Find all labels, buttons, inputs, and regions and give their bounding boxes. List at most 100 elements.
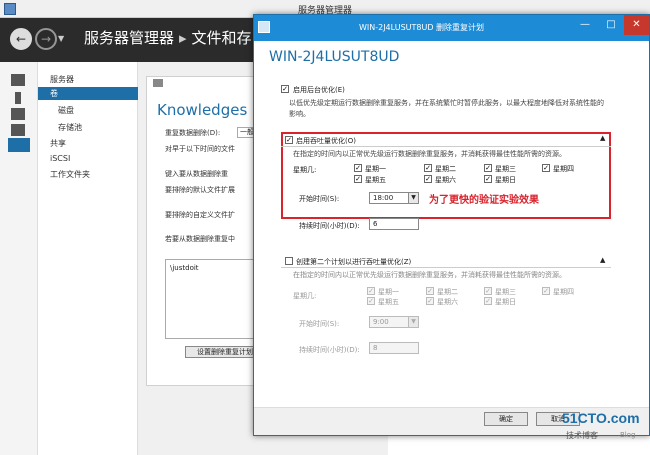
day-checkbox-mon[interactable]: ✓ bbox=[354, 164, 362, 172]
day-label-tue: 星期二 bbox=[435, 165, 456, 173]
second-schedule-divider bbox=[281, 267, 611, 268]
second-day-checkbox-fri[interactable]: ✓ bbox=[367, 297, 375, 305]
site-watermark: 51CTO.com 技术博客 Blog bbox=[562, 410, 648, 454]
nav-item-disks[interactable]: 磁盘 bbox=[38, 104, 138, 117]
dropdown-arrow-icon: ▼ bbox=[408, 193, 418, 203]
throughput-divider bbox=[281, 146, 611, 147]
second-schedule-label: 创建第二个计划以进行吞吐量优化(Z) bbox=[296, 258, 412, 266]
day-label-fri: 星期五 bbox=[365, 176, 386, 184]
second-day-checkbox-wed[interactable]: ✓ bbox=[484, 287, 492, 295]
second-schedule-description: 在指定的时间内以正常优先级运行数据删除重复服务，并消耗获得最佳性能所需的资源。 bbox=[293, 271, 566, 279]
bg-optimization-checkbox[interactable]: ✓ bbox=[281, 85, 289, 93]
maximize-icon[interactable]: □ bbox=[598, 15, 624, 35]
dialog-titlebar: WIN-2J4LUSUT8UD 删除重复计划 — □ ✕ bbox=[254, 15, 649, 41]
second-day-label-sat: 星期六 bbox=[437, 298, 458, 306]
close-icon[interactable]: ✕ bbox=[624, 15, 649, 35]
collapse-chevron-icon[interactable]: ▲ bbox=[600, 134, 605, 142]
second-day-checkbox-tue[interactable]: ✓ bbox=[426, 287, 434, 295]
second-day-label-sun: 星期日 bbox=[495, 298, 516, 306]
nav-item-work-folders[interactable]: 工作文件夹 bbox=[38, 168, 138, 181]
breadcrumb-current[interactable]: 文件和存 bbox=[192, 29, 252, 47]
nav-item-servers[interactable]: 服务器 bbox=[38, 73, 138, 86]
all-servers-icon[interactable] bbox=[11, 108, 25, 120]
exclude-path-list[interactable]: \justdoit bbox=[165, 259, 265, 339]
nav-item-iscsi[interactable]: iSCSI bbox=[38, 152, 138, 165]
throughput-optimization-label: 启用吞吐量优化(O) bbox=[296, 137, 356, 145]
second-schedule-checkbox[interactable] bbox=[285, 257, 293, 265]
day-checkbox-sat[interactable]: ✓ bbox=[424, 175, 432, 183]
volume-title: Knowledges (F bbox=[157, 101, 267, 119]
day-label-mon: 星期一 bbox=[365, 165, 386, 173]
day-checkbox-thu[interactable]: ✓ bbox=[542, 164, 550, 172]
panel-window-icon bbox=[153, 79, 163, 87]
watermark-logo-text: 51CTO.com bbox=[562, 410, 640, 426]
dropdown-arrow-icon-2: ▼ bbox=[408, 317, 418, 327]
second-days-label: 星期几: bbox=[293, 292, 317, 300]
start-time-select[interactable]: 18:00 ▼ bbox=[369, 192, 419, 204]
dedup-schedule-dialog: WIN-2J4LUSUT8UD 删除重复计划 — □ ✕ WIN-2J4LUSU… bbox=[253, 14, 650, 436]
exclude-path-item: \justdoit bbox=[170, 264, 199, 272]
days-label: 星期几: bbox=[293, 166, 317, 174]
history-dropdown-icon[interactable]: ▼ bbox=[58, 34, 64, 43]
dialog-title: WIN-2J4LUSUT8UD 删除重复计划 bbox=[358, 23, 485, 32]
collapse-chevron-icon-2[interactable]: ▲ bbox=[600, 256, 605, 264]
icon-sidebar bbox=[0, 62, 38, 455]
day-label-wed: 星期三 bbox=[495, 165, 516, 173]
file-storage-services-icon[interactable] bbox=[8, 138, 30, 152]
second-start-time-value: 9:00 bbox=[373, 318, 389, 326]
second-day-checkbox-thu[interactable]: ✓ bbox=[542, 287, 550, 295]
bg-optimization-label: 启用后台优化(E) bbox=[293, 86, 345, 94]
second-start-time-select[interactable]: 9:00 ▼ bbox=[369, 316, 419, 328]
storage-nav: 服务器 卷 磁盘 存储池 共享 iSCSI 工作文件夹 bbox=[38, 62, 138, 455]
breadcrumb-root[interactable]: 服务器管理器 bbox=[84, 29, 174, 47]
red-annotation: 为了更快的验证实验效果 bbox=[429, 195, 539, 206]
minimize-icon[interactable]: — bbox=[572, 15, 598, 35]
nav-item-shares[interactable]: 共享 bbox=[38, 137, 138, 150]
second-duration-field[interactable]: 8 bbox=[369, 342, 419, 354]
forward-arrow-icon[interactable]: → bbox=[35, 28, 57, 50]
second-day-label-fri: 星期五 bbox=[378, 298, 399, 306]
second-day-checkbox-mon[interactable]: ✓ bbox=[367, 287, 375, 295]
watermark-subtitle: 技术博客 bbox=[566, 431, 598, 440]
second-start-time-label: 开始时间(S): bbox=[299, 320, 340, 328]
watermark-blog: Blog bbox=[620, 431, 636, 439]
exclude-custom-ext-label: 要排除的自定义文件扩 bbox=[165, 211, 235, 219]
bg-optimization-description: 以低优先级定期运行数据删除重复服务，并在系统繁忙时暂停此服务，以最大程度地降低对… bbox=[289, 99, 604, 118]
exclude-default-ext-label: 要排除的默认文件扩展 bbox=[165, 186, 235, 194]
back-arrow-icon[interactable]: ← bbox=[10, 28, 32, 50]
nav-item-storage-pools[interactable]: 存储池 bbox=[38, 121, 138, 134]
breadcrumb-separator-icon: ▸ bbox=[179, 29, 187, 47]
exclude-key-label: 键入要从数据删除重 bbox=[165, 170, 228, 178]
second-day-checkbox-sat[interactable]: ✓ bbox=[426, 297, 434, 305]
dialog-heading: WIN-2J4LUSUT8UD bbox=[269, 49, 400, 65]
duration-label: 持续时间(小时)(D): bbox=[299, 222, 360, 230]
nav-item-volumes[interactable]: 卷 bbox=[38, 87, 138, 100]
throughput-description: 在指定的时间内以正常优先级运行数据删除重复服务，并消耗获得最佳性能所需的资源。 bbox=[293, 150, 566, 158]
file-storage-role-icon[interactable] bbox=[11, 124, 25, 136]
throughput-optimization-checkbox[interactable]: ✓ bbox=[285, 136, 293, 144]
dashboard-icon[interactable] bbox=[11, 74, 25, 86]
day-checkbox-tue[interactable]: ✓ bbox=[424, 164, 432, 172]
local-server-icon[interactable] bbox=[15, 92, 21, 104]
second-day-label-wed: 星期三 bbox=[495, 288, 516, 296]
dialog-app-icon bbox=[258, 21, 270, 33]
breadcrumb: 服务器管理器 ▸ 文件和存 bbox=[84, 27, 252, 48]
second-day-checkbox-sun[interactable]: ✓ bbox=[484, 297, 492, 305]
file-age-label: 对早于以下时间的文件 bbox=[165, 145, 235, 153]
day-label-thu: 星期四 bbox=[553, 165, 574, 173]
day-label-sat: 星期六 bbox=[435, 176, 456, 184]
second-day-label-tue: 星期二 bbox=[437, 288, 458, 296]
second-day-label-mon: 星期一 bbox=[378, 288, 399, 296]
day-checkbox-wed[interactable]: ✓ bbox=[484, 164, 492, 172]
dedup-label: 重复数据删除(D): bbox=[165, 129, 221, 137]
day-checkbox-sun[interactable]: ✓ bbox=[484, 175, 492, 183]
duration-field[interactable]: 6 bbox=[369, 218, 419, 230]
day-label-sun: 星期日 bbox=[495, 176, 516, 184]
start-time-label: 开始时间(S): bbox=[299, 195, 340, 203]
second-day-label-thu: 星期四 bbox=[553, 288, 574, 296]
day-checkbox-fri[interactable]: ✓ bbox=[354, 175, 362, 183]
second-duration-label: 持续时间(小时)(D): bbox=[299, 346, 360, 354]
ok-button[interactable]: 确定 bbox=[484, 412, 528, 426]
start-time-value: 18:00 bbox=[373, 194, 394, 202]
exclude-path-label: 若要从数据删除重复中 bbox=[165, 235, 235, 243]
